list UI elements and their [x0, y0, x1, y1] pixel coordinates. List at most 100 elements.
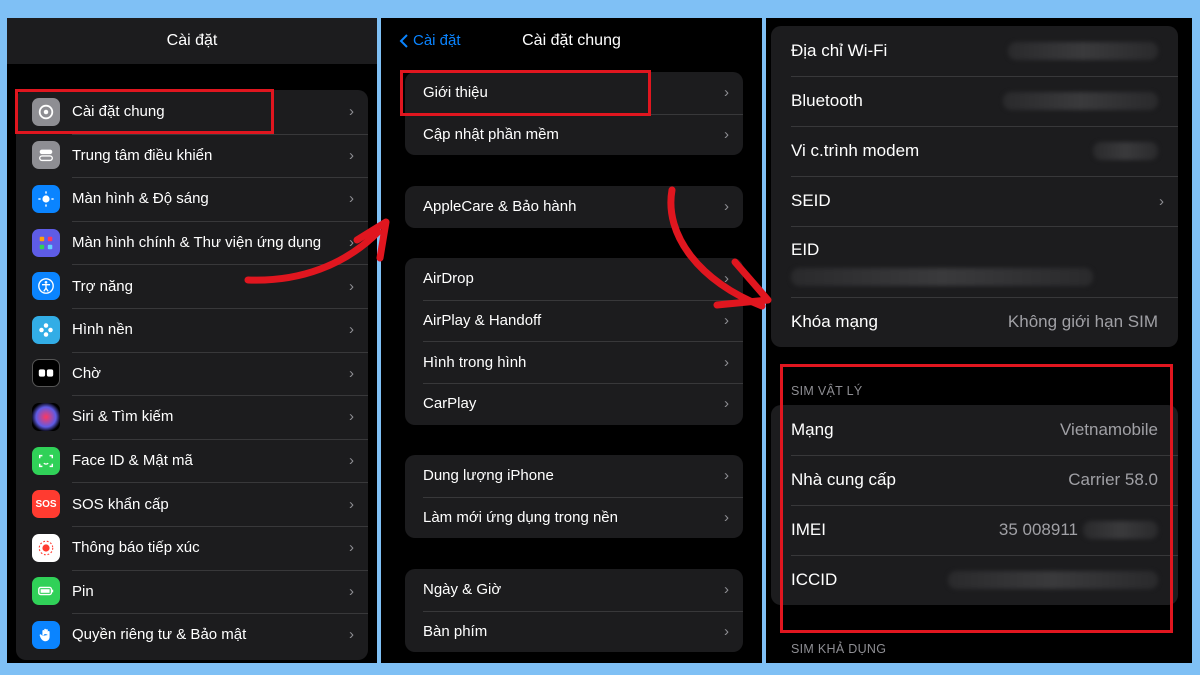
settings-item-applecare[interactable]: AppleCare & Bảo hành ›	[405, 186, 743, 228]
settings-item-label: Bàn phím	[423, 623, 488, 641]
info-row-eid: EID	[771, 226, 1178, 297]
settings-item-label: AppleCare & Bảo hành	[423, 198, 577, 216]
settings-item-label: Face ID & Mật mã	[72, 452, 193, 470]
settings-group: AppleCare & Bảo hành ›	[405, 186, 743, 228]
info-label: EID	[791, 240, 820, 259]
gear-icon	[32, 97, 60, 126]
settings-item-label: Làm mới ứng dụng trong nền	[423, 509, 618, 527]
chevron-right-icon: ›	[724, 198, 729, 216]
settings-item-airdrop[interactable]: AirDrop ›	[405, 258, 743, 300]
chevron-right-icon: ›	[724, 84, 729, 102]
settings-item-sos[interactable]: SOS SOS khẩn cấp ›	[16, 482, 368, 526]
info-label: Vi c.trình modem	[791, 141, 920, 160]
info-label: Mạng	[791, 420, 834, 439]
chevron-right-icon: ›	[349, 190, 354, 208]
info-row-seid[interactable]: SEID ›	[771, 176, 1178, 226]
settings-item-label: Giới thiệu	[423, 84, 488, 102]
settings-item-label: Thông báo tiếp xúc	[72, 539, 200, 557]
settings-group: Giới thiệu › Cập nhật phần mềm ›	[405, 72, 743, 156]
settings-item-standby[interactable]: Chờ ›	[16, 351, 368, 396]
settings-panel: Cài đặt Cài đặt chung › Trung tâm điều k…	[7, 18, 377, 663]
info-row-wifi: Địa chỉ Wi-Fi	[771, 26, 1178, 76]
chevron-right-icon: ›	[724, 353, 729, 371]
settings-item-wallpaper[interactable]: Hình nền ›	[16, 307, 368, 352]
chevron-right-icon: ›	[724, 623, 729, 641]
settings-item-label: Dung lượng iPhone	[423, 467, 554, 485]
blurred-value	[1008, 42, 1158, 60]
settings-item-label: Chờ	[72, 364, 102, 382]
settings-item-carplay[interactable]: CarPlay ›	[405, 383, 743, 425]
chevron-right-icon: ›	[349, 452, 354, 470]
hand-icon	[32, 620, 60, 649]
siri-icon	[32, 402, 60, 431]
settings-item-label: Cài đặt chung	[72, 103, 165, 121]
settings-item-siri[interactable]: Siri & Tìm kiếm ›	[16, 395, 368, 439]
settings-item-privacy[interactable]: Quyền riêng tư & Bảo mật ›	[16, 613, 368, 657]
settings-group: Ngày & Giờ › Bàn phím ›	[405, 569, 743, 653]
settings-item-label: Trung tâm điều khiển	[72, 146, 213, 164]
info-value: 35 008911	[998, 520, 1078, 539]
chevron-right-icon: ›	[349, 277, 354, 295]
settings-item-label: Pin	[72, 582, 94, 600]
device-info-group: Địa chỉ Wi-Fi Bluetooth Vi c.trình modem…	[771, 26, 1178, 347]
settings-item-label: AirPlay & Handoff	[423, 312, 542, 330]
chevron-right-icon: ›	[1159, 192, 1164, 210]
chevron-right-icon: ›	[724, 126, 729, 144]
battery-icon	[32, 577, 60, 606]
settings-item-home-screen[interactable]: Màn hình chính & Thư viện ứng dụng ›	[16, 220, 368, 265]
info-value: Không giới hạn SIM	[1007, 312, 1158, 331]
settings-item-airplay[interactable]: AirPlay & Handoff ›	[405, 299, 743, 342]
info-row-carrier: Nhà cung cấp Carrier 58.0	[771, 455, 1178, 505]
chevron-right-icon: ›	[724, 467, 729, 485]
settings-item-exposure[interactable]: Thông báo tiếp xúc ›	[16, 525, 368, 570]
blurred-value	[948, 571, 1158, 589]
settings-item-about[interactable]: Giới thiệu ›	[405, 72, 743, 114]
info-label: Bluetooth	[791, 91, 863, 110]
sun-icon	[32, 184, 60, 213]
chevron-right-icon: ›	[349, 364, 354, 382]
chevron-right-icon: ›	[349, 539, 354, 557]
blurred-value	[791, 268, 1093, 286]
info-row-network: Mạng Vietnamobile	[771, 405, 1178, 455]
settings-item-keyboard[interactable]: Bàn phím ›	[405, 610, 743, 653]
chevron-right-icon: ›	[349, 582, 354, 600]
settings-item-background-refresh[interactable]: Làm mới ứng dụng trong nền ›	[405, 496, 743, 539]
info-label: Nhà cung cấp	[791, 470, 896, 489]
accessibility-icon	[32, 272, 60, 301]
settings-item-battery[interactable]: Pin ›	[16, 569, 368, 614]
about-info-panel: Địa chỉ Wi-Fi Bluetooth Vi c.trình modem…	[766, 18, 1192, 663]
settings-item-faceid[interactable]: Face ID & Mật mã ›	[16, 438, 368, 483]
settings-list: Cài đặt chung › Trung tâm điều khiển › M…	[16, 90, 368, 660]
blurred-value	[1003, 92, 1158, 110]
chevron-right-icon: ›	[349, 321, 354, 339]
settings-item-pip[interactable]: Hình trong hình ›	[405, 341, 743, 383]
chevron-right-icon: ›	[724, 270, 729, 288]
settings-item-software-update[interactable]: Cập nhật phần mềm ›	[405, 113, 743, 156]
chevron-right-icon: ›	[724, 509, 729, 527]
settings-item-label: SOS khẩn cấp	[72, 495, 169, 513]
info-label: Khóa mạng	[791, 312, 878, 331]
chevron-right-icon: ›	[349, 626, 354, 644]
settings-item-storage[interactable]: Dung lượng iPhone ›	[405, 455, 743, 497]
settings-group: AirDrop › AirPlay & Handoff › Hình trong h…	[405, 258, 743, 425]
settings-item-general[interactable]: Cài đặt chung ›	[16, 90, 368, 134]
sim-info-group: Mạng Vietnamobile Nhà cung cấp Carrier 58.…	[771, 405, 1178, 605]
chevron-right-icon: ›	[349, 495, 354, 513]
settings-item-accessibility[interactable]: Trợ năng ›	[16, 264, 368, 308]
chevron-right-icon: ›	[349, 408, 354, 426]
sos-icon: SOS	[32, 490, 60, 519]
info-row-bluetooth: Bluetooth	[771, 76, 1178, 126]
settings-item-label: Ngày & Giờ	[423, 581, 502, 599]
settings-item-display[interactable]: Màn hình & Độ sáng ›	[16, 177, 368, 221]
section-header: SIM KHẢ DỤNG	[791, 642, 887, 656]
info-row-iccid: ICCID	[771, 555, 1178, 605]
info-label: IMEI	[791, 520, 826, 539]
blurred-value	[1093, 142, 1158, 160]
settings-item-control-center[interactable]: Trung tâm điều khiển ›	[16, 133, 368, 178]
exposure-icon	[32, 533, 60, 562]
info-label: Địa chỉ Wi-Fi	[791, 41, 888, 60]
info-label: SEID	[791, 191, 831, 210]
page-title: Cài đặt chung	[522, 32, 621, 49]
settings-item-date-time[interactable]: Ngày & Giờ ›	[405, 569, 743, 611]
chevron-right-icon: ›	[724, 395, 729, 413]
